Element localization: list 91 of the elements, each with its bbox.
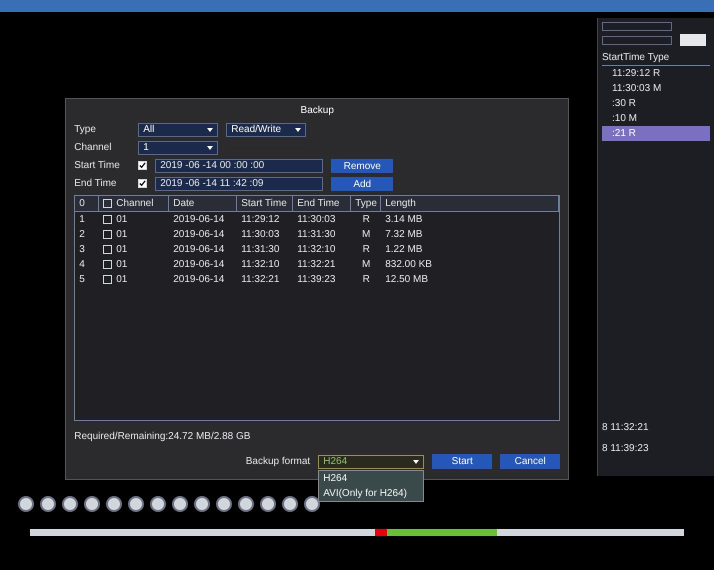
start-button[interactable]: Start: [432, 454, 492, 469]
column-header: 0: [79, 197, 85, 211]
mode-select[interactable]: Read/Write: [226, 122, 306, 136]
table-cell: 3.14 MB: [385, 214, 422, 225]
caret-icon: [207, 128, 214, 132]
recording-item[interactable]: :21 R: [602, 126, 710, 141]
control-icon[interactable]: [304, 496, 320, 512]
dropdown-option[interactable]: AVI(Only for H264): [319, 486, 424, 500]
table-cell: 11:32:21: [297, 259, 336, 270]
table-cell: 2019-06-14: [173, 214, 224, 225]
list-header: StartTime Type: [602, 50, 710, 66]
table-cell: 11:30:03: [241, 229, 280, 240]
table-cell: 2: [79, 229, 85, 240]
checkbox[interactable]: [138, 179, 148, 188]
caret-icon: [207, 146, 214, 150]
table-cell: 11:39:23: [297, 274, 336, 285]
table-cell: 11:31:30: [241, 244, 280, 255]
table-cell: M: [362, 229, 370, 240]
table-cell-text: 01: [116, 213, 128, 227]
table-cell: 11:29:12: [241, 214, 280, 225]
table-cell: 832.00 KB: [385, 259, 432, 270]
table-cell: 2019-06-14: [173, 274, 224, 285]
field-label: Channel: [74, 141, 112, 155]
table-cell-text: 01: [116, 258, 128, 272]
dialog-title: Backup: [300, 104, 335, 118]
table-cell: 11:30:03: [297, 214, 336, 225]
input-field[interactable]: [602, 36, 672, 44]
table-cell: 11:32:10: [297, 244, 336, 255]
column-header: Date: [173, 197, 194, 211]
table-cell: 11:32:10: [241, 259, 280, 270]
table-cell: 7.32 MB: [385, 229, 422, 240]
dropdown-option[interactable]: H264: [319, 470, 424, 486]
table-cell: 11:32:21: [241, 274, 280, 285]
recording-item[interactable]: :10 M: [602, 111, 710, 126]
table-cell: 2019-06-14: [173, 259, 224, 270]
table-cell: 11:31:30: [297, 229, 336, 240]
table-cell: 1.22 MB: [385, 244, 422, 255]
required-remaining-text: Required/Remaining:24.72 MB/2.88 GB: [74, 430, 252, 444]
table-cell: 12.50 MB: [385, 274, 428, 285]
caret-icon: [413, 460, 420, 464]
format-select[interactable]: H264: [318, 454, 424, 468]
field-label: End Time: [74, 177, 118, 191]
table-cell: 1: [79, 214, 85, 225]
column-header: Type: [355, 197, 377, 211]
table-cell-text: 01: [116, 243, 128, 257]
recording-item[interactable]: 11:29:12 R: [602, 66, 710, 81]
control-icon[interactable]: [62, 496, 78, 512]
table-cell: R: [362, 214, 370, 225]
control-icon[interactable]: [128, 496, 144, 512]
table-cell: R: [362, 244, 370, 255]
control-icon[interactable]: [172, 496, 188, 512]
control-icon[interactable]: [84, 496, 100, 512]
field-label: Backup format: [246, 455, 310, 469]
caret-icon: [295, 128, 302, 132]
add-button[interactable]: Add: [331, 176, 394, 190]
column-header: Start Time: [241, 197, 287, 211]
table-cell: 2019-06-14: [173, 229, 224, 240]
control-icon[interactable]: [18, 496, 34, 512]
table-cell-text: 01: [116, 228, 128, 242]
table-cell: R: [362, 274, 370, 285]
field-label: Start Time: [74, 159, 121, 173]
channel-select[interactable]: 1: [138, 140, 218, 154]
cancel-button[interactable]: Cancel: [500, 454, 560, 469]
control-icon[interactable]: [216, 496, 232, 512]
control-icon[interactable]: [194, 496, 210, 512]
detail-text: 8 11:32:21: [602, 421, 650, 435]
control-icon[interactable]: [40, 496, 56, 512]
column-header: Channel: [116, 197, 154, 211]
recording-item[interactable]: :30 R: [602, 96, 710, 111]
control-icon[interactable]: [282, 496, 298, 512]
remove-button[interactable]: Remove: [331, 158, 394, 172]
control-icon[interactable]: [150, 496, 166, 512]
control-icon[interactable]: [238, 496, 254, 512]
table-cell-text: 01: [116, 273, 128, 287]
time-field[interactable]: 2019 -06 -14 11 :42 :09: [155, 176, 324, 190]
table-cell: M: [362, 259, 370, 270]
column-header: Length: [385, 197, 416, 211]
table-cell: 2019-06-14: [173, 244, 224, 255]
control-icon[interactable]: [260, 496, 276, 512]
time-field[interactable]: 2019 -06 -14 00 :00 :00: [155, 158, 324, 172]
recording-item[interactable]: 11:30:03 M: [602, 81, 710, 96]
field-label: Type: [74, 123, 97, 137]
table-cell: 5: [79, 274, 85, 285]
detail-text: 8 11:39:23: [602, 442, 650, 456]
column-header: End Time: [297, 197, 340, 211]
table-cell: 3: [79, 244, 85, 255]
input-field[interactable]: [602, 22, 672, 31]
type-select[interactable]: All: [138, 122, 218, 136]
checkbox[interactable]: [138, 161, 148, 170]
table-cell: 4: [79, 259, 85, 270]
control-icon[interactable]: [106, 496, 122, 512]
